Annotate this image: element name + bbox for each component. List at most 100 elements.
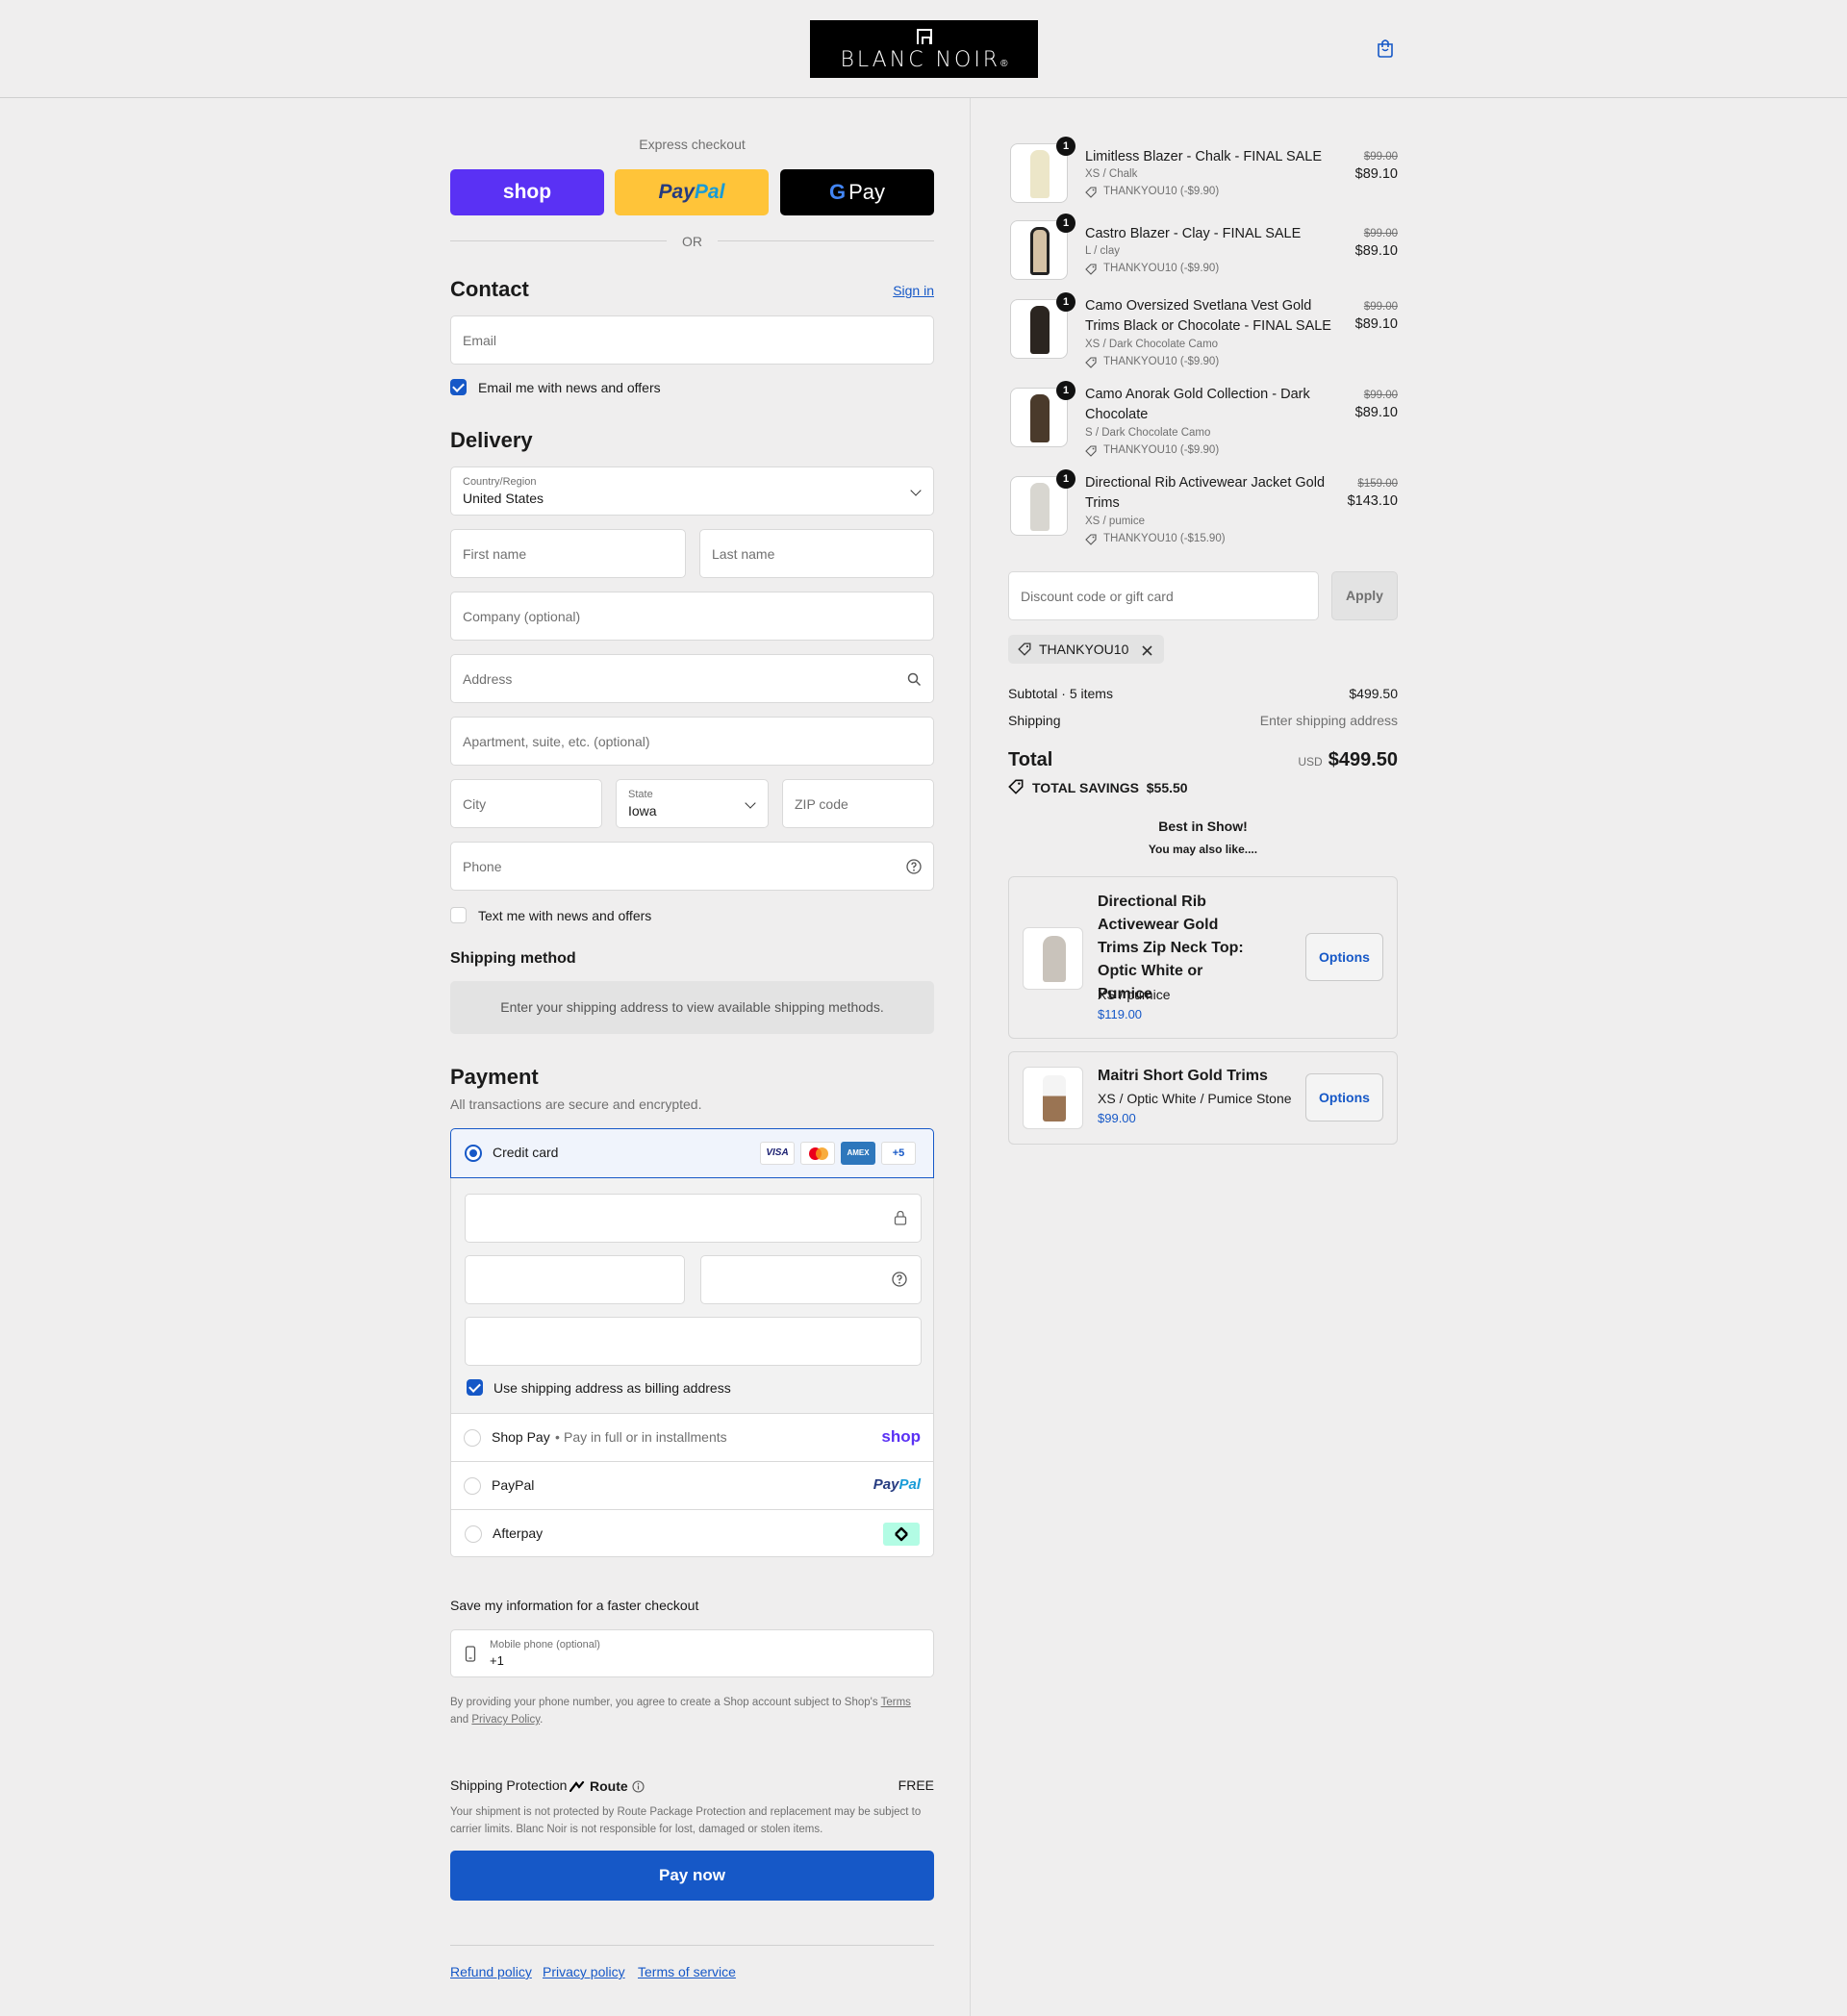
shop-pay-option[interactable]: Shop Pay • Pay in full or in installment… — [450, 1413, 934, 1461]
or-separator: OR — [682, 234, 702, 249]
upsell-card: Directional Rib Activewear Gold Trims Zi… — [1008, 876, 1398, 1039]
mobile-phone-field[interactable]: Mobile phone (optional) +1 — [450, 1629, 934, 1677]
billing-same-checkbox[interactable] — [467, 1379, 483, 1396]
total-value: USD $499.50 — [1298, 749, 1398, 770]
quantity-badge: 1 — [1056, 469, 1075, 489]
sign-in-link[interactable]: Sign in — [893, 283, 934, 298]
options-button[interactable]: Options — [1305, 933, 1383, 981]
company-field[interactable] — [450, 592, 934, 641]
quantity-badge: 1 — [1056, 214, 1075, 233]
shop-pay-button[interactable]: shop — [450, 169, 604, 215]
credit-card-radio[interactable] — [465, 1145, 482, 1162]
total-label: Total — [1008, 749, 1053, 770]
state-select[interactable]: State Iowa — [616, 779, 769, 828]
security-code-field[interactable] — [700, 1255, 922, 1304]
paypal-label: PayPal — [492, 1477, 535, 1493]
refund-policy-link[interactable]: Refund policy — [450, 1964, 532, 1979]
shopping-bag-icon[interactable] — [1377, 38, 1394, 58]
item-discount: THANKYOU10 (-$9.90) — [1085, 186, 1219, 198]
product-variant: XS / pumice — [1085, 516, 1145, 527]
sale-price: $143.10 — [1347, 493, 1398, 509]
express-checkout-label: Express checkout — [639, 137, 746, 152]
email-field[interactable] — [450, 315, 934, 365]
upsell-product-name: Maitri Short Gold Trims — [1098, 1068, 1268, 1084]
shipping-protection-label: Shipping Protection — [450, 1777, 568, 1793]
product-variant: XS / Dark Chocolate Camo — [1085, 339, 1219, 350]
shipping-label: Shipping — [1008, 713, 1061, 728]
more-cards-badge: +5 — [881, 1142, 916, 1165]
shop-pay-description: Pay in full or in installments — [564, 1429, 727, 1445]
text-opt-in-checkbox[interactable] — [450, 907, 467, 923]
subtotal-value: $499.50 — [1349, 686, 1398, 701]
delivery-heading: Delivery — [450, 428, 533, 452]
logo-mark-icon — [916, 29, 932, 44]
options-button[interactable]: Options — [1305, 1073, 1383, 1121]
tag-icon — [1085, 187, 1097, 198]
google-g-icon: G — [828, 180, 847, 204]
discount-code-field[interactable] — [1008, 571, 1319, 620]
brand-logo[interactable]: BLANC NOIR® — [810, 20, 1038, 78]
product-variant: L / clay — [1085, 245, 1121, 257]
help-icon[interactable] — [892, 1272, 907, 1287]
city-field[interactable] — [450, 779, 602, 828]
tag-icon — [1085, 445, 1097, 457]
product-image — [1023, 927, 1083, 990]
original-price: $99.00 — [1363, 390, 1398, 401]
paypal-option[interactable]: PayPal PayPal — [450, 1461, 934, 1509]
privacy-policy-footer-link[interactable]: Privacy policy — [543, 1964, 625, 1979]
tag-icon — [1008, 779, 1024, 794]
zip-field[interactable] — [782, 779, 934, 828]
afterpay-logo-icon — [883, 1523, 920, 1546]
card-details-panel: Use shipping address as billing address — [450, 1178, 934, 1413]
paypal-button[interactable]: Pay Pal — [615, 169, 769, 215]
shipping-method-heading: Shipping method — [450, 950, 576, 967]
product-variant: XS / Chalk — [1085, 168, 1138, 180]
afterpay-radio[interactable] — [465, 1525, 482, 1543]
column-divider — [970, 98, 971, 2016]
original-price: $99.00 — [1363, 301, 1398, 313]
divider-right — [718, 240, 934, 241]
pay-now-button[interactable]: Pay now — [450, 1851, 934, 1901]
close-icon[interactable] — [1142, 645, 1152, 656]
sale-price: $89.10 — [1354, 316, 1398, 332]
phone-field[interactable] — [450, 842, 934, 891]
product-name: Limitless Blazer - Chalk - FINAL SALE — [1085, 149, 1323, 164]
terms-of-service-link[interactable]: Terms of service — [638, 1964, 736, 1979]
tag-icon — [1085, 357, 1097, 368]
sale-price: $89.10 — [1354, 405, 1398, 420]
google-pay-button[interactable]: G Pay — [780, 169, 934, 215]
address-field[interactable] — [450, 654, 934, 703]
card-number-field[interactable] — [465, 1194, 922, 1243]
upsell-product-variant: XS / Optic White / Pumice Stone — [1098, 1091, 1292, 1106]
brand-name: BLANC NOIR — [840, 48, 1001, 72]
product-name: Camo Anorak Gold Collection - Dark Choco… — [1085, 387, 1310, 422]
country-select[interactable]: Country/Region United States — [450, 466, 934, 516]
paypal-radio[interactable] — [464, 1477, 481, 1495]
quantity-badge: 1 — [1056, 381, 1075, 400]
first-name-field[interactable] — [450, 529, 686, 578]
item-discount: THANKYOU10 (-$9.90) — [1085, 356, 1219, 368]
apply-button[interactable]: Apply — [1331, 571, 1398, 620]
apartment-field[interactable] — [450, 717, 934, 766]
help-icon[interactable] — [906, 859, 922, 874]
total-savings: TOTAL SAVINGS $55.50 — [1032, 780, 1188, 795]
upsell-product-price: $119.00 — [1098, 1007, 1143, 1021]
privacy-policy-link[interactable]: Privacy Policy — [471, 1714, 540, 1726]
original-price: $99.00 — [1363, 151, 1398, 163]
terms-link[interactable]: Terms — [881, 1697, 911, 1708]
name-on-card-field[interactable] — [465, 1317, 922, 1366]
expiry-field[interactable] — [465, 1255, 685, 1304]
billing-same-label: Use shipping address as billing address — [493, 1380, 731, 1396]
email-opt-in-label: Email me with news and offers — [478, 380, 661, 395]
product-image — [1023, 1067, 1083, 1129]
email-opt-in-checkbox[interactable] — [450, 379, 467, 395]
paypal-logo: PayPal — [873, 1476, 921, 1493]
credit-card-option[interactable]: Credit card VISA AMEX +5 — [450, 1128, 934, 1178]
last-name-field[interactable] — [699, 529, 934, 578]
afterpay-option[interactable]: Afterpay — [450, 1509, 934, 1557]
info-icon[interactable] — [632, 1780, 645, 1793]
payment-subtitle: All transactions are secure and encrypte… — [450, 1096, 702, 1112]
currency-code: USD — [1298, 755, 1323, 769]
tag-icon — [1085, 264, 1097, 275]
shop-pay-radio[interactable] — [464, 1429, 481, 1447]
